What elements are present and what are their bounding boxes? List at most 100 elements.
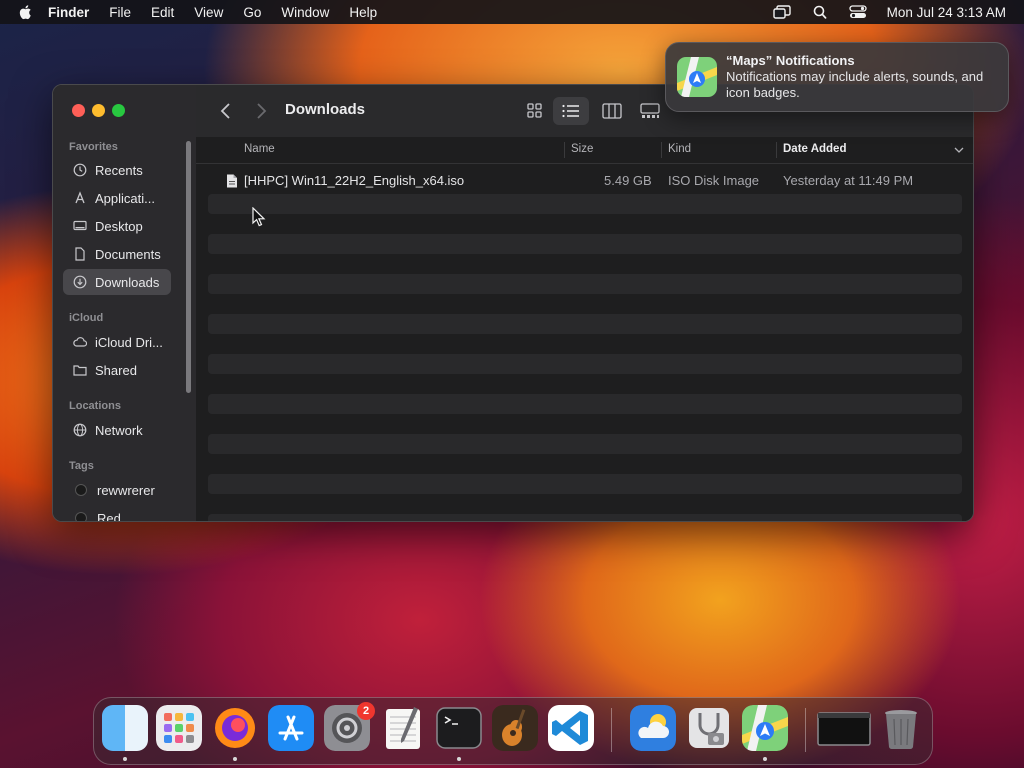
sidebar-item-label: Applicati... [95, 190, 155, 206]
shared-folder-icon [73, 365, 87, 376]
sidebar-item-desktop[interactable]: Desktop [63, 213, 171, 239]
sidebar-header-favorites: Favorites [69, 141, 118, 153]
sidebar-item-label: Documents [95, 246, 161, 262]
column-view-icon[interactable] [601, 101, 623, 121]
menu-edit[interactable]: Edit [151, 5, 174, 20]
sidebar-item-label: Shared [95, 362, 137, 378]
file-list: Name Size Kind Date Added [HHPC] Win11_2… [196, 137, 973, 521]
column-divider [661, 142, 662, 158]
empty-row-stripe [208, 274, 962, 294]
spotlight-search-icon[interactable] [811, 5, 829, 19]
cloud-icon [73, 337, 87, 347]
column-divider [776, 142, 777, 158]
maps-app-icon [677, 57, 717, 97]
window-title: Downloads [285, 101, 366, 118]
gallery-view-icon[interactable] [639, 101, 661, 121]
empty-row-stripe [208, 194, 962, 214]
tag-color-dot [75, 512, 87, 521]
running-indicator [763, 757, 767, 761]
dock-app-store-icon[interactable] [268, 705, 314, 751]
column-header: Name Size Kind Date Added [196, 137, 973, 164]
sidebar-item-downloads[interactable]: Downloads [63, 269, 171, 295]
column-name[interactable]: Name [244, 143, 275, 155]
sidebar-item-recents[interactable]: Recents [63, 157, 171, 183]
sidebar-item-documents[interactable]: Documents [63, 241, 171, 267]
menubar-clock[interactable]: Mon Jul 24 3:13 AM [887, 5, 1006, 20]
dock-launchpad-icon[interactable] [156, 705, 202, 751]
empty-row-stripe [208, 474, 962, 494]
maps-notification[interactable]: “Maps” Notifications Notifications may i… [665, 42, 1009, 112]
sidebar-item-label: Desktop [95, 218, 143, 234]
dock-textedit-icon[interactable] [380, 705, 426, 751]
window-close-button[interactable] [72, 104, 85, 117]
empty-row-stripe [208, 234, 962, 254]
dock-window-preview-icon[interactable] [816, 705, 872, 751]
empty-row-stripe [208, 314, 962, 334]
column-kind[interactable]: Kind [668, 143, 691, 155]
window-zoom-button[interactable] [112, 104, 125, 117]
menu-go[interactable]: Go [243, 5, 261, 20]
dock-firefox-icon[interactable] [212, 705, 258, 751]
sidebar-header-icloud: iCloud [69, 312, 104, 324]
sidebar-item-label: Downloads [95, 274, 160, 290]
icon-view-icon[interactable] [524, 101, 546, 121]
dock-trash-icon[interactable] [878, 705, 924, 751]
sidebar-item-label: Red [97, 510, 121, 522]
sidebar-item-label: rewwrerer [97, 482, 155, 498]
list-view-icon[interactable] [560, 101, 582, 121]
column-size[interactable]: Size [571, 143, 593, 155]
sidebar-item-network[interactable]: Network [63, 417, 171, 443]
empty-row-stripe [208, 514, 962, 521]
menu-bar: Finder File Edit View Go Window Help Mon… [0, 0, 1024, 24]
notification-badge: 2 [357, 702, 375, 720]
notification-body: Notifications may include alerts, sounds… [726, 69, 984, 100]
dock-separator [611, 708, 612, 752]
sidebar-item-tag-red[interactable]: Red [63, 505, 171, 522]
dock-garageband-icon[interactable] [492, 705, 538, 751]
dock-finder-icon[interactable] [102, 705, 148, 751]
dock-maps-icon[interactable] [742, 705, 788, 751]
sidebar-item-label: iCloud Dri... [95, 334, 163, 350]
dock-terminal-icon[interactable] [436, 705, 482, 751]
sidebar-item-icloud-drive[interactable]: iCloud Dri... [63, 329, 171, 355]
table-row[interactable]: [HHPC] Win11_22H2_English_x64.iso 5.49 G… [208, 170, 962, 192]
document-icon [75, 247, 85, 261]
mouse-cursor-icon [252, 207, 266, 227]
file-size: 5.49 GB [604, 173, 652, 188]
sidebar-header-locations: Locations [69, 400, 121, 412]
notification-title: “Maps” Notifications [726, 53, 855, 68]
screen-mirroring-icon[interactable] [772, 5, 791, 19]
dock-vscode-icon[interactable] [548, 705, 594, 751]
sidebar-item-label: Network [95, 422, 143, 438]
sidebar-item-applications[interactable]: Applicati... [63, 185, 171, 211]
back-button[interactable] [218, 101, 234, 121]
window-minimize-button[interactable] [92, 104, 105, 117]
applications-icon [75, 191, 85, 204]
control-center-icon[interactable] [849, 5, 867, 19]
empty-row-stripe [208, 434, 962, 454]
dock: 2 [93, 697, 933, 765]
dock-weather-icon[interactable] [630, 705, 676, 751]
apple-menu-icon[interactable] [18, 4, 34, 20]
sidebar-item-tag-rewwrerer[interactable]: rewwrerer [63, 477, 171, 503]
finder-sidebar: Favorites Recents Applicati... Desktop D… [53, 85, 196, 521]
dock-disk-utility-icon[interactable] [686, 705, 732, 751]
finder-window: Favorites Recents Applicati... Desktop D… [52, 84, 974, 522]
menu-file[interactable]: File [109, 5, 131, 20]
sidebar-item-label: Recents [95, 162, 143, 178]
menu-window[interactable]: Window [281, 5, 329, 20]
sidebar-scrollbar[interactable] [186, 141, 191, 393]
running-indicator [233, 757, 237, 761]
file-name: [HHPC] Win11_22H2_English_x64.iso [244, 173, 465, 188]
globe-icon [73, 423, 87, 437]
file-date-added: Yesterday at 11:49 PM [783, 173, 914, 188]
running-indicator [457, 757, 461, 761]
column-date-added[interactable]: Date Added [783, 143, 846, 155]
menu-finder[interactable]: Finder [48, 5, 89, 20]
menu-help[interactable]: Help [349, 5, 377, 20]
download-icon [73, 275, 87, 289]
sidebar-item-shared[interactable]: Shared [63, 357, 171, 383]
menu-view[interactable]: View [194, 5, 223, 20]
forward-button[interactable] [253, 101, 269, 121]
sort-chevron-down-icon[interactable] [954, 146, 964, 154]
